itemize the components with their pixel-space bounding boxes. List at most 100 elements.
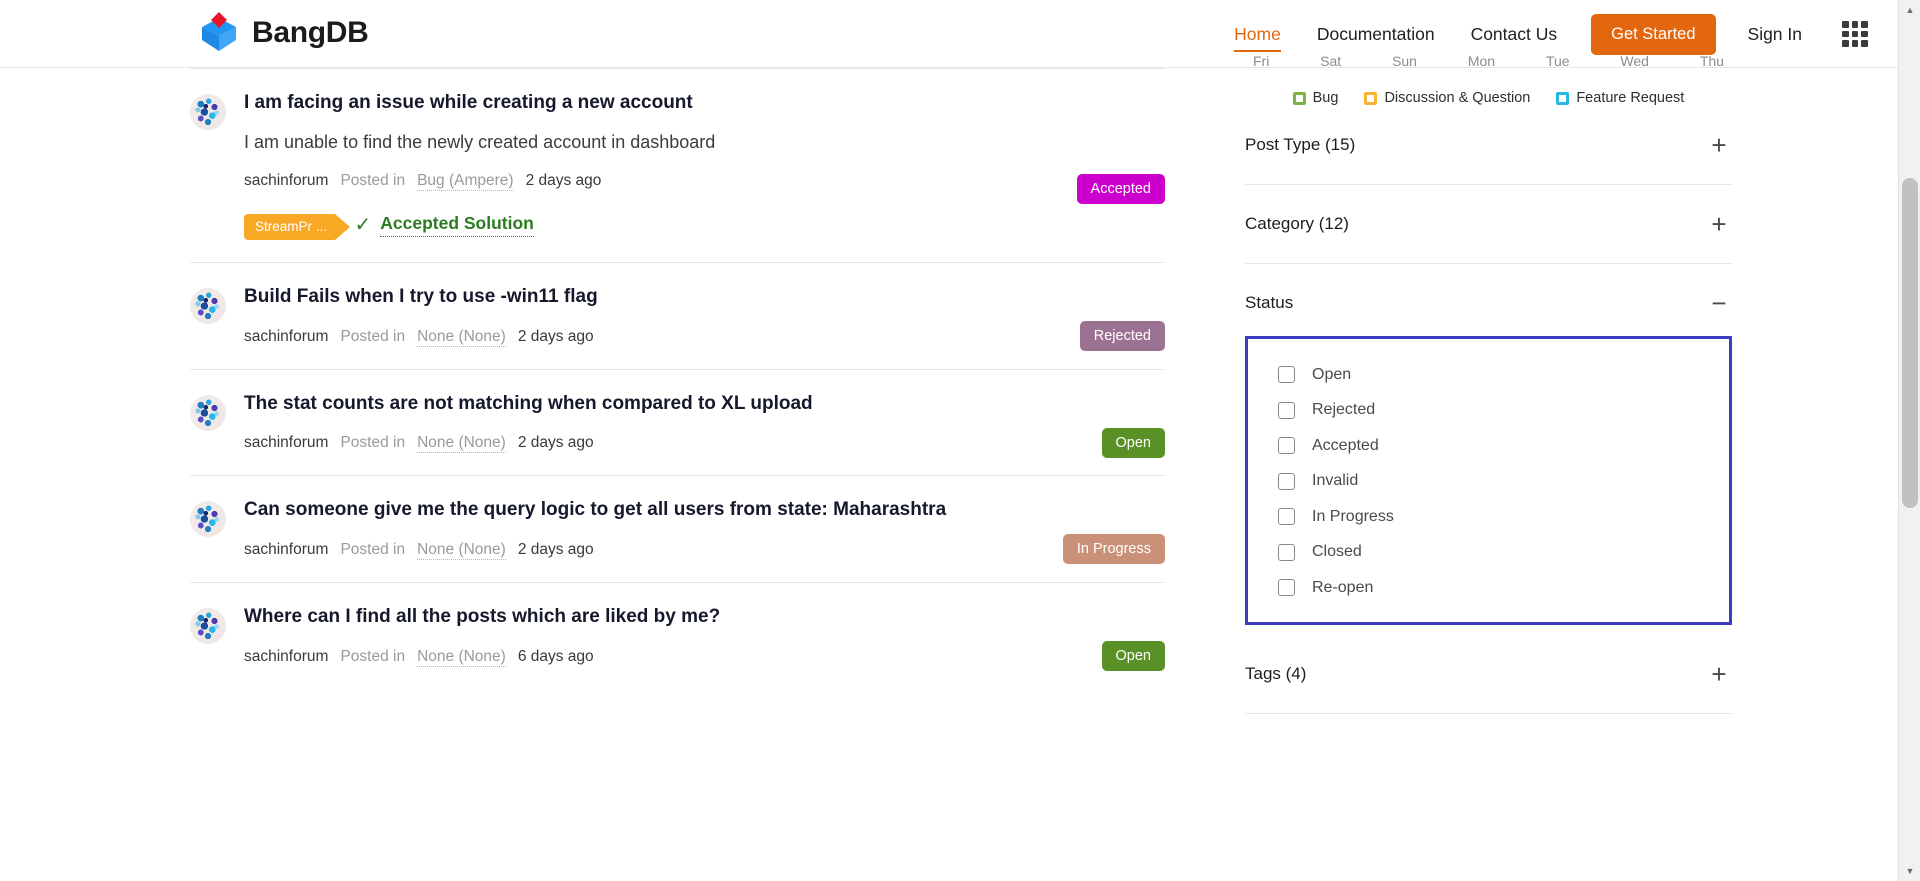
sign-in-link[interactable]: Sign In [1730,0,1820,68]
post-tag[interactable]: StreamPr ... [244,213,351,240]
post-list-item[interactable]: I am facing an issue while creating a ne… [190,68,1165,262]
plus-icon[interactable]: + [1706,211,1732,237]
weekday-label: Thu [1699,53,1724,69]
post-author[interactable]: sachinforum [244,434,328,452]
post-timestamp: 6 days ago [517,648,594,666]
post-timestamp: 2 days ago [517,541,594,559]
posted-in-label: Posted in [340,434,406,452]
checkbox-icon[interactable] [1278,508,1295,526]
post-meta: sachinforum Posted in Bug (Ampere) 2 day… [244,172,1165,192]
posted-in-label: Posted in [340,327,406,345]
scrollbar-thumb[interactable] [1902,178,1918,508]
status-option-closed[interactable]: Closed [1278,535,1729,571]
checkbox-icon[interactable] [1278,579,1295,597]
brand-logo-link[interactable]: BangDB [196,10,369,56]
check-icon: ✓ [354,214,372,237]
bangdb-logo-icon [196,10,242,56]
legend-item-bug[interactable]: Bug [1292,90,1338,106]
get-started-button[interactable]: Get Started [1591,13,1716,55]
plus-icon[interactable]: + [1706,661,1732,687]
status-option-in-progress[interactable]: In Progress [1278,499,1729,535]
status-option-label: Re-open [1312,578,1374,596]
post-body: The stat counts are not matching when co… [244,393,1165,454]
posted-in-label: Posted in [340,648,406,666]
status-option-label: Invalid [1312,472,1359,490]
weekday-label: Wed [1620,53,1649,69]
post-title[interactable]: Can someone give me the query logic to g… [244,499,1165,522]
checkbox-icon[interactable] [1278,366,1295,384]
status-option-label: Accepted [1312,436,1379,454]
post-timestamp: 2 days ago [517,327,594,345]
legend-item-discussion-question[interactable]: Discussion & Question [1364,90,1530,106]
filter-title: Category (12) [1245,214,1349,233]
status-filter-options-highlighted: Open Rejected Accepted Invalid In Progre… [1245,336,1732,625]
post-title[interactable]: The stat counts are not matching when co… [244,393,1165,416]
status-option-label: Rejected [1312,401,1376,419]
post-category-link[interactable]: None (None) [417,648,506,668]
status-option-invalid[interactable]: Invalid [1278,464,1729,500]
plus-icon[interactable]: + [1706,132,1732,158]
filter-section-tags[interactable]: Tags (4) + [1245,625,1732,714]
checkbox-icon[interactable] [1278,543,1295,561]
filter-title: Status [1245,293,1294,312]
post-category-link[interactable]: None (None) [417,434,506,454]
apps-grid-icon[interactable] [1842,21,1868,47]
filter-section-category[interactable]: Category (12) + [1245,185,1732,264]
post-title[interactable]: Where can I find all the posts which are… [244,606,1165,629]
filters-sidebar: Fri Sat Sun Mon Tue Wed Thu Bug Discussi… [1245,53,1732,714]
accepted-solution-link[interactable]: ✓ Accepted Solution [354,213,534,238]
weekday-label: Mon [1467,53,1496,69]
page-root: BangDB Home Documentation Contact Us Get… [0,0,1920,881]
legend-label: Feature Request [1576,90,1685,106]
checkbox-icon[interactable] [1278,437,1295,455]
post-body: Build Fails when I try to use -win11 fla… [244,286,1165,347]
filter-title: Post Type (15) [1245,135,1356,154]
status-option-re-open[interactable]: Re-open [1278,570,1729,606]
post-list-item[interactable]: The stat counts are not matching when co… [190,368,1165,476]
filter-section-status[interactable]: Status − [1245,264,1732,336]
post-author[interactable]: sachinforum [244,648,328,666]
legend-swatch-icon [1292,91,1306,105]
post-author[interactable]: sachinforum [244,172,328,190]
scroll-down-arrow-icon[interactable]: ▼ [1899,861,1920,881]
status-option-open[interactable]: Open [1278,357,1729,393]
checkbox-icon[interactable] [1278,401,1295,419]
post-list-item[interactable]: Build Fails when I try to use -win11 fla… [190,261,1165,369]
post-title[interactable]: I am facing an issue while creating a ne… [244,92,1165,115]
weekday-label: Sun [1392,53,1417,69]
status-option-rejected[interactable]: Rejected [1278,393,1729,429]
post-list-item[interactable]: Can someone give me the query logic to g… [190,475,1165,582]
posted-in-label: Posted in [340,172,406,190]
post-timestamp: 2 days ago [517,434,594,452]
weekday-label: Sat [1320,53,1342,69]
chart-legend: Bug Discussion & Question Feature Reques… [1245,90,1732,106]
post-category-link[interactable]: None (None) [417,328,506,347]
avatar [190,501,226,538]
minus-icon[interactable]: − [1706,290,1732,316]
status-badge: Accepted [1076,174,1165,204]
post-list-item[interactable]: Where can I find all the posts which are… [190,582,1165,689]
post-tag-arrow [335,213,351,240]
weekday-label: Fri [1253,53,1270,69]
avatar [190,94,226,130]
posted-in-label: Posted in [340,541,406,559]
weekday-label: Tue [1545,53,1570,69]
post-category-link[interactable]: Bug (Ampere) [417,172,514,192]
post-category-link[interactable]: None (None) [417,541,506,561]
legend-item-feature-request[interactable]: Feature Request [1556,90,1684,106]
status-badge: Open [1101,641,1165,672]
filter-section-post-type[interactable]: Post Type (15) + [1245,106,1732,185]
post-meta: sachinforum Posted in None (None) 2 days… [244,541,1165,561]
checkbox-icon[interactable] [1278,472,1295,490]
post-title[interactable]: Build Fails when I try to use -win11 fla… [244,286,1165,309]
accepted-solution-label: Accepted Solution [380,213,534,238]
post-author[interactable]: sachinforum [244,541,328,559]
post-body: Where can I find all the posts which are… [244,606,1165,668]
post-author[interactable]: sachinforum [244,328,328,346]
status-option-accepted[interactable]: Accepted [1278,428,1729,464]
status-badge: Rejected [1079,320,1165,351]
brand-name-text: BangDB [252,16,369,49]
post-timestamp: 2 days ago [525,172,602,190]
page-scrollbar[interactable]: ▲ ▼ [1898,0,1920,881]
scroll-up-arrow-icon[interactable]: ▲ [1899,0,1920,20]
